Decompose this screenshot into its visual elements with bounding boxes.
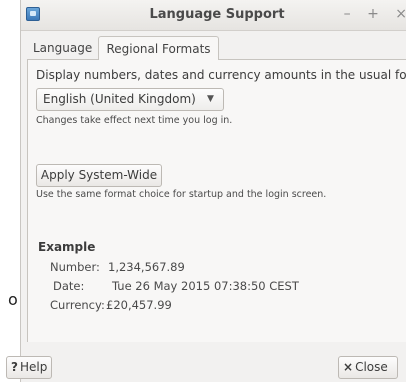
format-prompt: Display numbers, dates and currency amou…: [36, 68, 406, 82]
window-controls[interactable]: – + ×: [344, 6, 406, 22]
locale-dropdown-value: English (United Kingdom): [43, 92, 196, 106]
example-value: Tue 26 May 2015 07:38:50 CEST: [112, 279, 299, 293]
locale-change-note: Changes take effect next time you log in…: [36, 115, 233, 126]
close-icon: ×: [343, 360, 354, 374]
help-label: Help: [19, 360, 48, 374]
close-label: Close: [355, 360, 388, 374]
example-key: Date:: [53, 279, 85, 293]
regional-formats-panel: Display numbers, dates and currency amou…: [27, 59, 406, 343]
close-button[interactable]: × Close: [338, 356, 398, 379]
background-text-fragment: o: [8, 290, 18, 309]
help-icon: ?: [11, 360, 18, 374]
locale-dropdown[interactable]: English (United Kingdom) ▼: [36, 88, 224, 111]
dropdown-arrow-icon: ▼: [207, 94, 214, 104]
language-support-window: Language Support – + × Language Regional…: [20, 0, 406, 382]
example-key: Currency:: [50, 298, 105, 312]
example-value: £20,457.99: [106, 298, 172, 312]
apply-system-wide-button[interactable]: Apply System-Wide: [36, 164, 162, 187]
apply-note: Use the same format choice for startup a…: [36, 189, 327, 200]
example-heading: Example: [38, 240, 96, 254]
help-button[interactable]: ? Help: [6, 356, 52, 379]
title-bar[interactable]: Language Support – + ×: [21, 0, 406, 31]
example-key: Number:: [50, 260, 100, 274]
tab-language[interactable]: Language: [31, 36, 97, 60]
example-value: 1,234,567.89: [108, 260, 185, 274]
tab-regional-formats[interactable]: Regional Formats: [98, 36, 219, 60]
screen: o Language Support – + × Language Region…: [0, 0, 406, 382]
